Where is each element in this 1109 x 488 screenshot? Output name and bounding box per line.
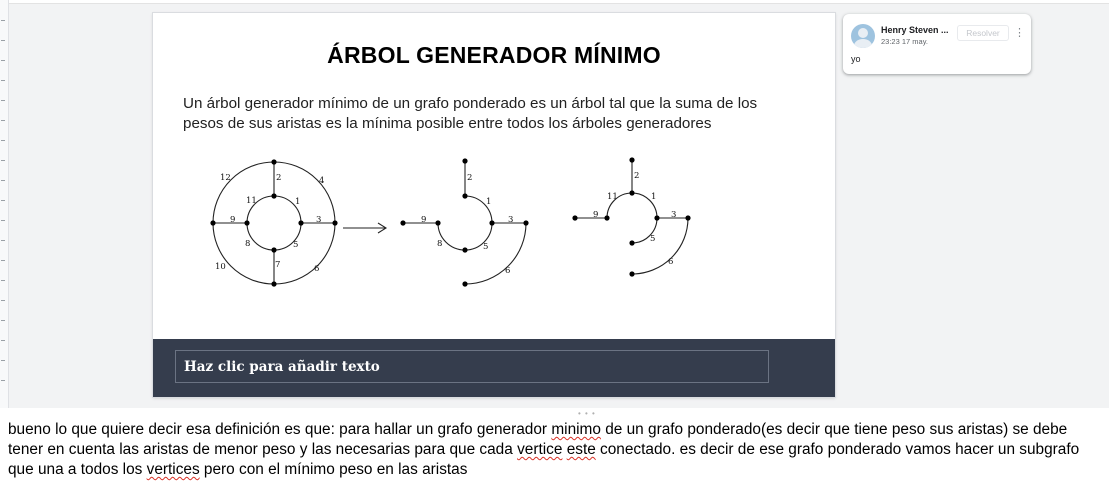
edge-weight: 5 xyxy=(293,240,298,250)
spanning-tree-2: 2 11 1 9 3 5 6 xyxy=(572,157,691,277)
resolve-button[interactable]: Resolver xyxy=(957,25,1009,41)
comment-timestamp: 23:23 17 may. xyxy=(881,37,928,46)
edge-weight: 5 xyxy=(483,242,488,252)
edge-weight: 9 xyxy=(230,215,235,225)
mst-diagram: .e { stroke:#222; stroke-width:1.1; fill… xyxy=(210,157,691,287)
placeholder-label: Haz clic para añadir texto xyxy=(184,359,380,375)
edge-weight: 6 xyxy=(314,264,319,274)
spellcheck-word: minimo xyxy=(551,421,601,438)
edge-weight: 9 xyxy=(593,210,598,220)
edge-weight: 12 xyxy=(220,173,231,183)
edge-weight: 9 xyxy=(421,215,426,225)
edge-weight: 10 xyxy=(215,262,226,272)
slide-canvas[interactable]: ÁRBOL GENERADOR MÍNIMO Un árbol generado… xyxy=(153,13,835,397)
edge-weight: 1 xyxy=(486,197,491,207)
spellcheck-word: vertice xyxy=(517,441,563,458)
edge-weight: 3 xyxy=(508,215,513,225)
text-placeholder[interactable]: Haz clic para añadir texto xyxy=(175,350,769,383)
edge-weight: 11 xyxy=(607,192,618,202)
edge-weight: 11 xyxy=(246,196,257,206)
speaker-notes[interactable]: bueno lo que quiere decir esa definición… xyxy=(8,420,1106,480)
more-options-icon[interactable]: ⋮ xyxy=(1014,25,1025,41)
edge-weight: 2 xyxy=(634,171,639,181)
resize-handle[interactable]: • • • xyxy=(578,409,596,418)
edge-weight: 7 xyxy=(275,260,280,270)
spellcheck-word: vertices xyxy=(146,461,200,478)
avatar xyxy=(851,24,875,48)
filmstrip-edge xyxy=(8,0,1109,4)
edge-weight: 2 xyxy=(467,173,472,183)
edge-weight: 2 xyxy=(276,173,281,183)
graph-full: 12 2 4 11 1 9 3 8 5 10 7 6 xyxy=(210,159,338,287)
edge-weight: 3 xyxy=(671,210,676,220)
edge-weight: 1 xyxy=(295,197,300,207)
edge-weight: 6 xyxy=(668,257,673,267)
edge-weight: 5 xyxy=(650,234,655,244)
edge-weight: 6 xyxy=(505,266,510,276)
edge-weight: 1 xyxy=(651,192,656,202)
edge-weight: 8 xyxy=(245,239,250,249)
slide-editor-area: ÁRBOL GENERADOR MÍNIMO Un árbol generado… xyxy=(0,0,1109,408)
vertical-ruler xyxy=(0,0,9,408)
comment-text: yo xyxy=(851,54,861,64)
slide-footer-band: Haz clic para añadir texto xyxy=(153,339,835,397)
edge-weight: 3 xyxy=(316,215,321,225)
spellcheck-word: este xyxy=(566,441,596,458)
spanning-tree-1: 2 1 9 3 8 5 6 xyxy=(400,158,529,287)
edge-weight: 8 xyxy=(437,239,442,249)
comment-author: Henry Steven ... xyxy=(881,25,949,35)
comment-card[interactable]: Henry Steven ... 23:23 17 may. Resolver … xyxy=(843,14,1031,74)
arrow-icon xyxy=(343,222,388,234)
edge-weight: 4 xyxy=(319,176,324,186)
